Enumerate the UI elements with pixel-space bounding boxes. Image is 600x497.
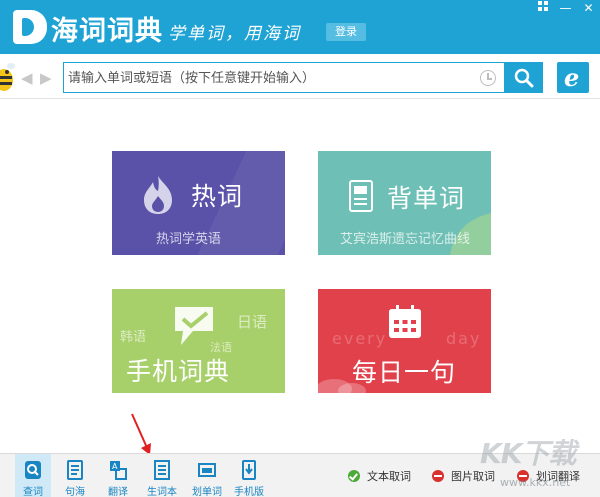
watermark-text: KK下载 [480, 437, 576, 470]
annotation-arrow-icon [131, 413, 151, 455]
title-bar: 海词词典 学单词，用海词 登录 — ✕ [0, 0, 600, 54]
tool-label: 文本取词 [367, 470, 411, 483]
nav-label: 生词本 [147, 487, 177, 497]
flame-icon [144, 176, 172, 214]
nav-translate[interactable]: A 翻译 [100, 454, 136, 497]
tile-title: 背单词 [387, 184, 466, 213]
tile-title: 每日一句 [352, 358, 457, 387]
login-button[interactable]: 登录 [326, 23, 366, 41]
app-slogan: 学单词，用海词 [168, 24, 301, 44]
watermark: KK下载 www.kkx.net [468, 432, 598, 494]
highlight-icon [198, 463, 216, 477]
history-clock-icon[interactable] [480, 70, 496, 86]
forward-arrow-icon[interactable]: ▶ [40, 69, 52, 87]
search-input[interactable] [68, 67, 476, 89]
browser-button[interactable]: e [557, 62, 589, 93]
window-controls: — ✕ [531, 0, 600, 18]
toggle-on-icon [348, 470, 360, 482]
chat-bubble-icon [175, 307, 213, 345]
notebook-icon [349, 180, 373, 212]
logo-icon [13, 10, 47, 44]
nav-mobile[interactable]: 手机版 [231, 454, 267, 497]
nav-label: 手机版 [234, 487, 264, 497]
search-bar: ◀ ▶ e [0, 54, 600, 99]
tile-mobile-dictionary[interactable]: 韩语 日语 法语 手机词典 [112, 289, 285, 393]
back-arrow-icon[interactable]: ◀ [21, 69, 33, 87]
tile-daily-sentence[interactable]: every day 每日一句 [318, 289, 491, 393]
toggle-off-icon [432, 470, 444, 482]
tile-vocabulary[interactable]: 背单词 艾宾浩斯遗忘记忆曲线 [318, 151, 491, 255]
search-box [63, 62, 505, 93]
tile-title: 手机词典 [126, 357, 231, 386]
tile-subtitle: 热词学英语 [156, 232, 222, 247]
translate-icon: A [110, 461, 127, 480]
nav-wordbook[interactable]: 生词本 [142, 454, 182, 497]
watermark-url: www.kkx.net [500, 476, 571, 489]
tile-deco-word: day [446, 329, 482, 348]
nav-label: 翻译 [108, 487, 128, 497]
nav-label: 划单词 [192, 487, 222, 497]
search-button[interactable] [505, 62, 543, 93]
tile-subtitle: 艾宾浩斯遗忘记忆曲线 [340, 232, 471, 247]
calendar-icon [389, 305, 421, 338]
bee-mascot-icon [0, 63, 15, 91]
nav-sentences[interactable]: 句海 [57, 454, 93, 497]
tile-deco-word: every [332, 329, 388, 348]
ie-browser-icon: e [564, 63, 580, 92]
sentence-icon [67, 460, 83, 480]
tile-deco-word: 日语 [237, 313, 268, 331]
skin-button[interactable] [531, 0, 554, 18]
nav-label: 句海 [65, 487, 85, 497]
tile-title: 热词 [191, 182, 244, 211]
svg-text:A: A [112, 462, 118, 471]
search-doc-icon [25, 461, 41, 479]
minimize-button[interactable]: — [554, 0, 577, 18]
nav-label: 查词 [23, 487, 43, 497]
close-button[interactable]: ✕ [577, 0, 600, 18]
nav-lookup[interactable]: 查词 [15, 454, 51, 497]
tile-hot-words[interactable]: 热词 热词学英语 [112, 151, 285, 255]
app-name: 海词词典 [51, 16, 163, 47]
mobile-icon [242, 460, 256, 480]
tool-text-capture[interactable]: 文本取词 [348, 469, 411, 483]
search-icon [514, 68, 534, 88]
tile-deco-word: 韩语 [120, 330, 147, 345]
wordbook-icon [154, 460, 170, 480]
app-window: 海词词典 学单词，用海词 登录 — ✕ ◀ ▶ 请输入单词或短语（按下任意键开始… [0, 0, 600, 497]
nav-highlight-words[interactable]: 划单词 [187, 454, 227, 497]
